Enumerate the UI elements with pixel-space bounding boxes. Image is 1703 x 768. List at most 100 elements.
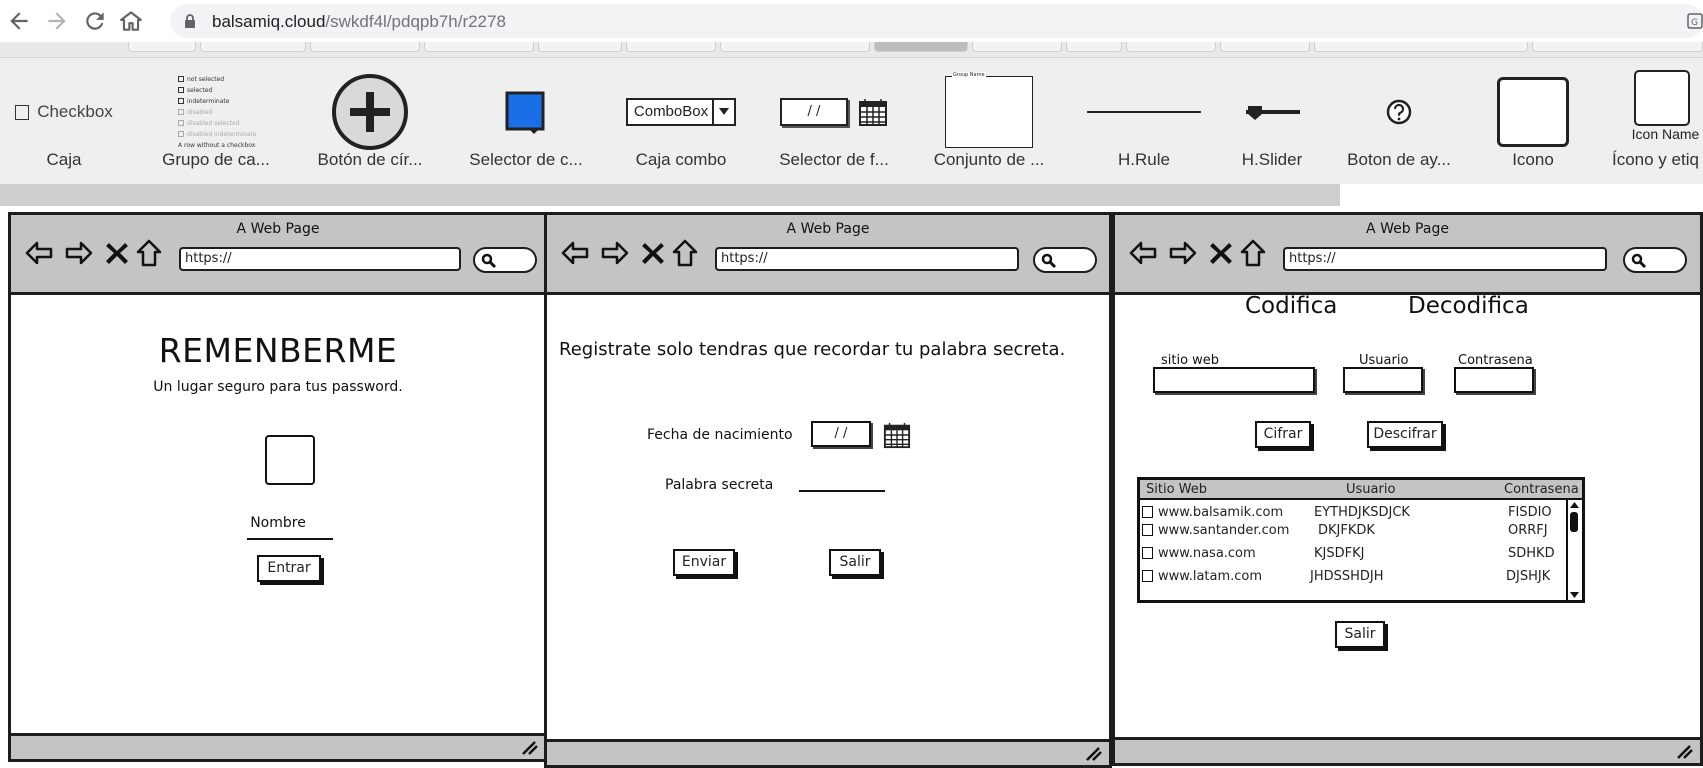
library-tab[interactable] (1066, 42, 1122, 52)
cell-site: www.santander.com (1158, 523, 1290, 538)
library-tab[interactable] (1126, 42, 1216, 52)
library-item-label: Conjunto de ... (933, 150, 1045, 169)
table-scrollbar[interactable] (1566, 500, 1582, 600)
library-tab[interactable] (626, 42, 716, 52)
table-row[interactable]: www.nasa.com KJSDFKJ SDHKD (1140, 543, 1560, 565)
forward-icon[interactable] (44, 8, 70, 34)
row-checkbox[interactable] (1142, 506, 1153, 518)
cell-site: www.balsamik.com (1158, 505, 1284, 520)
library-item-h-slider[interactable]: H.Slider (1228, 58, 1316, 184)
calendar-icon[interactable] (883, 421, 911, 449)
translate-icon[interactable]: G (1687, 13, 1703, 29)
column-header-password[interactable]: Contrasena (1504, 482, 1579, 497)
frame-search-field (473, 247, 537, 273)
library-item-round-button[interactable]: Botón de cír... (310, 58, 430, 184)
library-tab[interactable] (424, 42, 534, 52)
scroll-down-icon[interactable] (1569, 591, 1580, 599)
birthdate-field[interactable]: / / (811, 421, 871, 447)
checkbox-icon (178, 120, 184, 126)
mockup-canvas[interactable]: A Web Page https:// REMENBERME Un lugar … (0, 206, 1703, 768)
exit-button[interactable]: Salir (1335, 621, 1385, 648)
frame-header: A Web Page https:// (547, 215, 1109, 295)
table-row[interactable]: www.santander.com DKJFKDK ORRFJ (1140, 520, 1560, 542)
row-checkbox[interactable] (1142, 524, 1153, 536)
library-tab[interactable] (1532, 42, 1703, 52)
lock-icon[interactable] (182, 13, 198, 29)
forward-icon (63, 237, 95, 269)
library-tab[interactable] (972, 42, 1062, 52)
enter-button[interactable]: Entrar (257, 555, 321, 582)
library-scrollbar-thumb[interactable] (0, 184, 1340, 206)
column-header-user[interactable]: Usuario (1346, 482, 1395, 497)
checkbox-icon (15, 104, 30, 120)
forward-icon (1167, 237, 1199, 269)
checkbox-group-preview-row: disabled (178, 107, 257, 118)
checkbox-group-preview-text: selected (187, 86, 213, 94)
library-item-date-selector[interactable]: / / Selector de f... (770, 58, 898, 184)
web-page-frame-register[interactable]: A Web Page https:// Registrate solo tend… (544, 212, 1112, 768)
password-label: Contrasena (1458, 353, 1533, 368)
library-tab[interactable] (1220, 42, 1310, 52)
frame-footer (11, 733, 545, 759)
library-tab[interactable] (538, 42, 622, 52)
back-icon (23, 237, 55, 269)
encrypt-button[interactable]: Cifrar (1255, 421, 1311, 448)
user-input[interactable] (1343, 367, 1423, 393)
reload-icon[interactable] (82, 8, 108, 34)
frame-url-field: https:// (715, 247, 1019, 271)
resize-grip-icon (1086, 747, 1102, 761)
column-header-site[interactable]: Sitio Web (1146, 482, 1207, 497)
library-item-fieldset[interactable]: Group Name Conjunto de ... (925, 58, 1053, 184)
library-item-checkbox-group[interactable]: not selected selected indeterminate disable… (158, 58, 274, 184)
row-checkbox[interactable] (1142, 547, 1153, 559)
credentials-table[interactable]: Sitio Web Usuario Contrasena www.balsami… (1137, 477, 1585, 603)
table-header: Sitio Web Usuario Contrasena (1140, 480, 1582, 500)
row-checkbox[interactable] (1142, 570, 1153, 582)
cell-user: JHDSSHDJH (1310, 569, 1384, 584)
send-button[interactable]: Enviar (673, 549, 735, 576)
frame-url-field: https:// (1283, 247, 1607, 271)
password-input[interactable] (1454, 367, 1534, 393)
decode-heading[interactable]: Decodifica (1408, 293, 1529, 319)
table-row[interactable]: www.latam.com JHDSSHDJH DJSHJK (1140, 566, 1560, 588)
decrypt-button[interactable]: Descifrar (1367, 421, 1443, 448)
scrollbar-thumb[interactable] (1570, 512, 1578, 532)
web-page-frame-login[interactable]: A Web Page https:// REMENBERME Un lugar … (8, 212, 548, 762)
scroll-up-icon[interactable] (1569, 501, 1580, 509)
address-bar[interactable]: balsamiq.cloud/swkdf4l/pdqpb7h/r2278 G (170, 4, 1703, 38)
encode-heading[interactable]: Codifica (1245, 293, 1337, 319)
library-item-color-selector[interactable]: Selector de c... (465, 58, 587, 184)
home-icon[interactable] (118, 8, 144, 34)
square-icon (1497, 77, 1569, 147)
library-item-checkbox[interactable]: Checkbox Caja (0, 58, 128, 184)
checkbox-group-preview-text: indeterminate (187, 97, 230, 105)
round-button-preview (310, 64, 430, 160)
library-item-combobox[interactable]: ComboBox Caja combo (618, 58, 744, 184)
ui-library-panel: Checkbox Caja not selected selected indete… (0, 58, 1703, 184)
library-scrollbar-track[interactable] (1340, 184, 1703, 206)
library-item-label: Boton de ay... (1347, 150, 1451, 169)
library-item-icon-and-label[interactable]: Icon Name Ícono y etiq (1600, 58, 1703, 184)
back-icon[interactable] (6, 8, 32, 34)
name-input-line[interactable] (247, 538, 333, 540)
library-tab[interactable] (200, 42, 306, 52)
checkbox-group-preview-row: A row without a checkbox (178, 140, 257, 151)
library-item-icon[interactable]: Icono (1486, 58, 1580, 184)
library-item-help-button[interactable]: Boton de ay... (1330, 58, 1468, 184)
close-icon (101, 237, 133, 269)
library-item-h-rule[interactable]: H.Rule (1080, 58, 1208, 184)
h-rule-preview (1080, 64, 1208, 160)
web-page-frame-encode[interactable]: A Web Page https:// Codifica Decodifica … (1112, 212, 1703, 766)
url-text[interactable]: balsamiq.cloud/swkdf4l/pdqpb7h/r2278 (212, 12, 506, 32)
secret-word-input-line[interactable] (799, 490, 885, 492)
library-tab[interactable] (720, 42, 870, 52)
color-selector-preview (465, 64, 587, 160)
exit-button[interactable]: Salir (829, 549, 881, 576)
search-icon (1631, 253, 1647, 269)
library-tab[interactable] (310, 42, 420, 52)
library-tab[interactable] (1314, 42, 1528, 52)
h-slider-preview (1228, 64, 1316, 160)
website-input[interactable] (1153, 367, 1315, 393)
library-tab[interactable] (128, 42, 196, 52)
library-tab-selected[interactable] (874, 42, 968, 52)
